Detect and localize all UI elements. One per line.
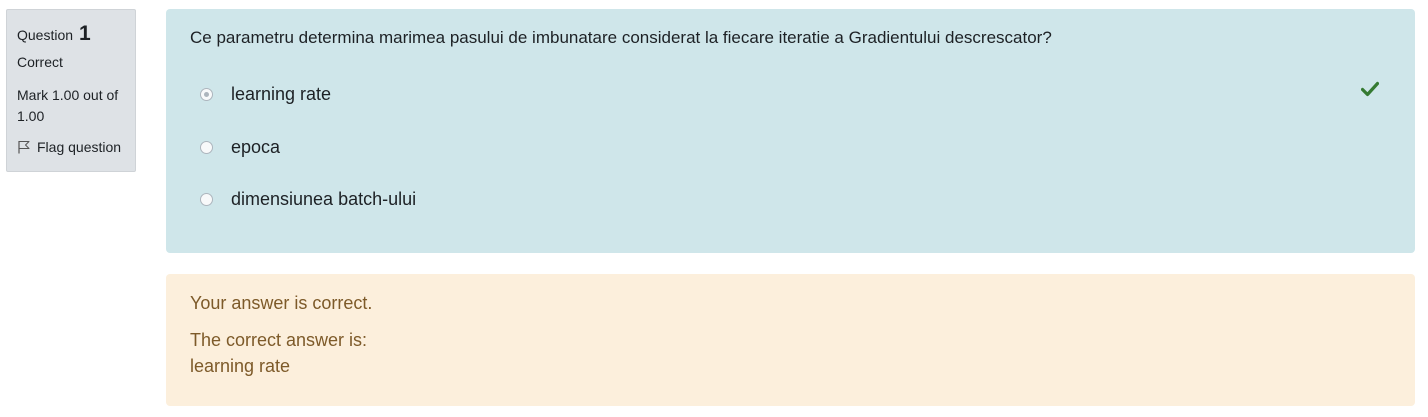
flag-question-link[interactable]: Flag question	[17, 138, 125, 156]
question-state: Correct	[17, 54, 63, 70]
answer-option-2[interactable]: epoca	[200, 134, 280, 160]
flag-icon	[17, 140, 31, 154]
right-answer-value: learning rate	[190, 356, 291, 376]
question-heading: Question 1	[17, 22, 125, 47]
flag-question-label: Flag question	[37, 139, 122, 155]
radio-button-selected[interactable]	[200, 87, 213, 101]
answer-label: dimensiunea batch-ului	[231, 188, 417, 209]
question-formulation: Ce parametru determina marimea pasului d…	[166, 9, 1415, 253]
radio-button[interactable]	[200, 140, 213, 154]
answer-label: epoca	[231, 136, 281, 157]
feedback-panel: Your answer is correct. The correct answ…	[166, 274, 1415, 406]
answer-option-1[interactable]: learning rate	[200, 81, 331, 107]
question-label: Question	[17, 27, 74, 43]
question-info-panel: Question 1 Correct Mark 1.00 out of 1.00…	[6, 9, 136, 172]
question-grade: Mark 1.00 out of 1.00	[17, 87, 119, 124]
feedback-text: Your answer is correct.	[190, 293, 373, 313]
right-answer-label: The correct answer is:	[190, 330, 368, 350]
answer-option-3[interactable]: dimensiunea batch-ului	[200, 186, 416, 212]
question-text: Ce parametru determina marimea pasului d…	[190, 28, 1052, 47]
radio-button[interactable]	[200, 192, 213, 206]
answer-label: learning rate	[231, 83, 332, 104]
correct-check-icon	[1360, 81, 1380, 97]
question-number: 1	[78, 22, 91, 45]
